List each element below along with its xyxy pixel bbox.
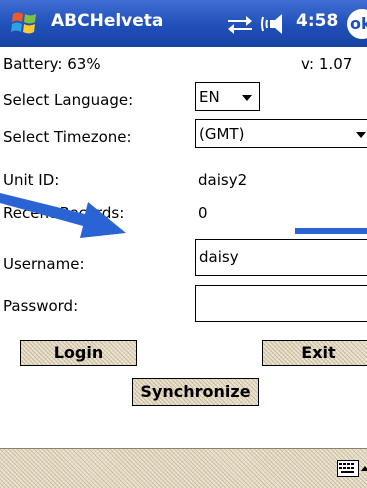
clock[interactable]: 4:58 [296,11,338,31]
timezone-select[interactable]: (GMT) [195,119,367,148]
exit-button[interactable]: Exit [262,340,367,366]
volume-icon[interactable] [260,12,290,36]
login-button[interactable]: Login [20,340,137,366]
keyboard-icon[interactable] [337,460,359,477]
version-label: v: 1.07 [301,55,353,73]
password-field[interactable] [195,285,367,322]
timezone-label: Select Timezone: [3,128,132,146]
connectivity-icon[interactable] [226,13,254,35]
recent-records-value: 0 [198,204,208,222]
username-label: Username: [3,255,85,273]
synchronize-button[interactable]: Synchronize [132,378,259,406]
unit-id-label: Unit ID: [3,171,60,189]
language-label: Select Language: [3,91,134,109]
windows-start-icon[interactable] [10,8,40,38]
username-field[interactable]: daisy [195,239,367,276]
unit-id-value: daisy2 [198,171,248,189]
chevron-down-icon [242,95,252,101]
sip-arrow-icon[interactable] [361,466,367,471]
app-title: ABCHelveta [51,11,164,31]
annotation-line [295,228,367,234]
language-select[interactable]: EN [195,82,260,111]
language-value: EN [199,88,220,106]
ok-button[interactable]: ok [347,9,367,39]
bottom-menu-bar [0,448,367,488]
title-bar: ABCHelveta 4:58 ok [0,0,367,47]
battery-status: Battery: 63% [3,55,101,73]
username-value: daisy [199,248,239,266]
timezone-value: (GMT) [199,125,245,143]
chevron-down-icon [356,132,366,138]
password-label: Password: [3,297,79,315]
annotation-arrow-icon [0,193,126,238]
